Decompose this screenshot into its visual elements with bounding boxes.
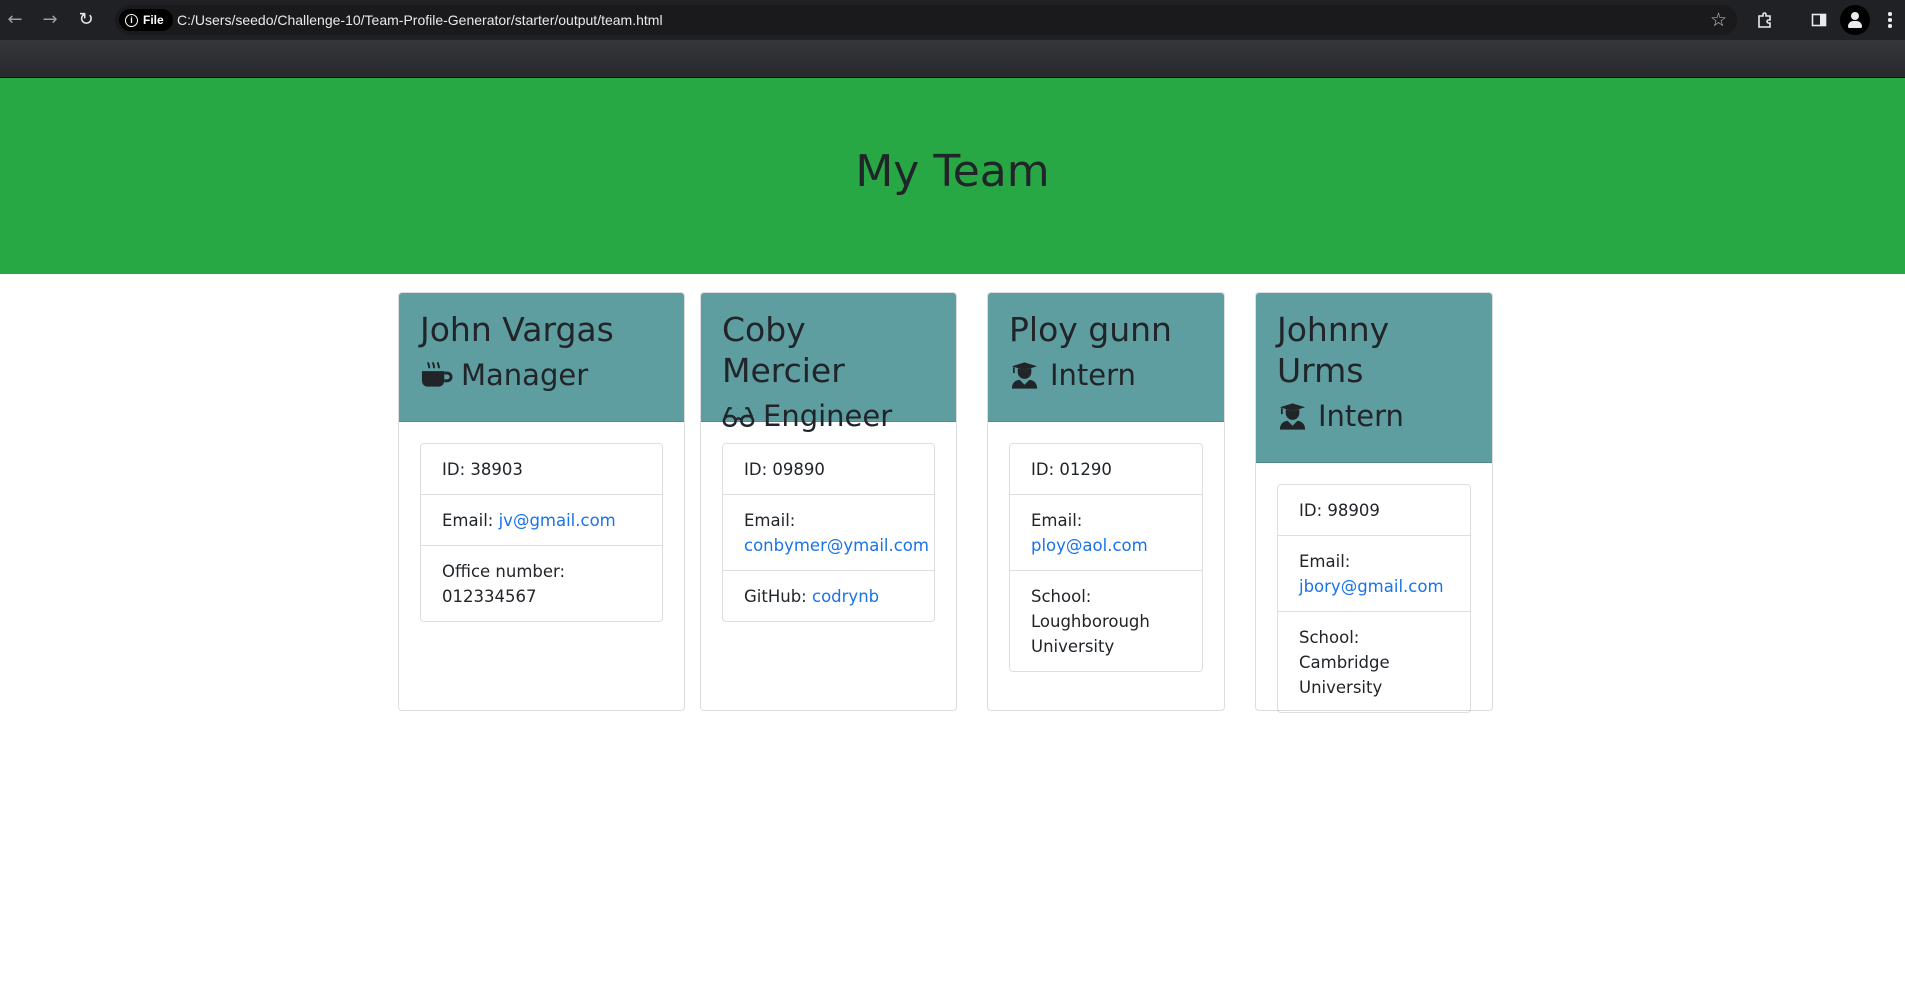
member-github-row: GitHub: codrynb (723, 570, 934, 621)
member-name: Johnny Urms (1277, 310, 1390, 390)
member-details-list: ID: 01290 Email: ploy@aol.com School: Lo… (1009, 443, 1203, 672)
card-header: Coby Mercier Engineer (701, 293, 956, 433)
forward-arrow-icon[interactable]: → (38, 8, 62, 32)
id-value: 01290 (1059, 460, 1112, 479)
member-email-row: Email: conbymer@ymail.com (723, 494, 934, 570)
page-header: My Team (0, 78, 1905, 274)
team-card-engineer: Coby Mercier Engineer ID: 09890 Email: c… (700, 292, 957, 711)
site-info-chip[interactable]: i File (119, 9, 173, 31)
team-card-intern: Johnny Urms Intern ID: 98909 Email: jbor… (1255, 292, 1493, 713)
team-card-manager: John Vargas Manager ID: 38903 Email: jv@… (398, 292, 685, 711)
email-link[interactable]: ploy@aol.com (1031, 536, 1148, 555)
member-school-row: School: Cambridge University (1278, 611, 1470, 712)
site-info-label: File (143, 13, 164, 27)
email-link[interactable]: jbory@gmail.com (1299, 577, 1444, 596)
id-value: 98909 (1327, 501, 1380, 520)
member-id-row: ID: 01290 (1010, 444, 1202, 494)
mug-icon (421, 361, 453, 387)
github-link[interactable]: codrynb (812, 587, 879, 606)
member-role-label: Engineer (763, 399, 893, 433)
info-icon: i (125, 13, 138, 27)
reload-icon[interactable]: ↻ (74, 8, 98, 32)
id-label: ID: (744, 460, 768, 479)
id-label: ID: (442, 460, 466, 479)
school-value: Loughborough University (1031, 612, 1150, 656)
member-role: Manager (420, 357, 663, 393)
id-label: ID: (1031, 460, 1055, 479)
member-id-row: ID: 38903 (421, 444, 662, 494)
school-label: School: (1031, 587, 1092, 606)
member-name: Coby Mercier (722, 310, 845, 390)
bookmarks-bar (0, 40, 1905, 78)
email-label: Email: (1031, 511, 1083, 530)
team-card-intern: Ploy gunn Intern ID: 01290 Email: ploy@a… (987, 292, 1225, 711)
member-role-label: Intern (1318, 399, 1404, 433)
id-value: 09890 (772, 460, 825, 479)
browser-chrome: ← → ↻ i File C:/Users/seedo/Challenge-10… (0, 0, 1905, 78)
email-link[interactable]: conbymer@ymail.com (744, 536, 929, 555)
back-arrow-icon[interactable]: ← (3, 8, 27, 32)
school-value: Cambridge University (1299, 653, 1390, 697)
member-details-list: ID: 09890 Email: conbymer@ymail.com GitH… (722, 443, 935, 622)
office-value: 012334567 (442, 587, 537, 606)
member-email-row: Email: jbory@gmail.com (1278, 535, 1470, 611)
github-label: GitHub: (744, 587, 807, 606)
member-id-row: ID: 98909 (1278, 485, 1470, 535)
card-header: Ploy gunn Intern (988, 293, 1224, 422)
member-office-row: Office number: 012334567 (421, 545, 662, 621)
email-label: Email: (744, 511, 796, 530)
url-text[interactable]: C:/Users/seedo/Challenge-10/Team-Profile… (177, 5, 663, 35)
graduate-icon (1279, 403, 1306, 430)
bookmark-star-icon[interactable]: ☆ (1710, 8, 1727, 32)
id-value: 38903 (470, 460, 523, 479)
member-email-row: Email: jv@gmail.com (421, 494, 662, 545)
email-link[interactable]: jv@gmail.com (499, 511, 616, 530)
school-label: School: (1299, 628, 1360, 647)
extensions-icon[interactable] (1753, 8, 1777, 32)
side-panel-icon[interactable] (1807, 8, 1831, 32)
member-role: Intern (1277, 398, 1471, 434)
glasses-icon (722, 407, 755, 427)
card-header: Johnny Urms Intern (1256, 293, 1492, 463)
member-details-list: ID: 38903 Email: jv@gmail.com Office num… (420, 443, 663, 622)
member-name: John Vargas (420, 310, 614, 349)
member-role: Intern (1009, 357, 1203, 393)
email-label: Email: (442, 511, 494, 530)
email-label: Email: (1299, 552, 1351, 571)
address-bar[interactable]: i File C:/Users/seedo/Challenge-10/Team-… (115, 5, 1737, 35)
card-header: John Vargas Manager (399, 293, 684, 422)
page-title: My Team (855, 146, 1050, 197)
member-id-row: ID: 09890 (723, 444, 934, 494)
member-email-row: Email: ploy@aol.com (1010, 494, 1202, 570)
office-label: Office number: (442, 562, 566, 581)
member-name: Ploy gunn (1009, 310, 1172, 349)
profile-avatar-icon[interactable] (1840, 5, 1870, 35)
id-label: ID: (1299, 501, 1323, 520)
browser-toolbar: ← → ↻ i File C:/Users/seedo/Challenge-10… (0, 0, 1905, 40)
menu-dots-icon[interactable] (1884, 8, 1896, 32)
member-details-list: ID: 98909 Email: jbory@gmail.com School:… (1277, 484, 1471, 713)
graduate-icon (1011, 362, 1038, 389)
member-role: Engineer (722, 398, 935, 434)
member-school-row: School: Loughborough University (1010, 570, 1202, 671)
member-role-label: Intern (1050, 358, 1136, 392)
member-role-label: Manager (461, 358, 589, 392)
